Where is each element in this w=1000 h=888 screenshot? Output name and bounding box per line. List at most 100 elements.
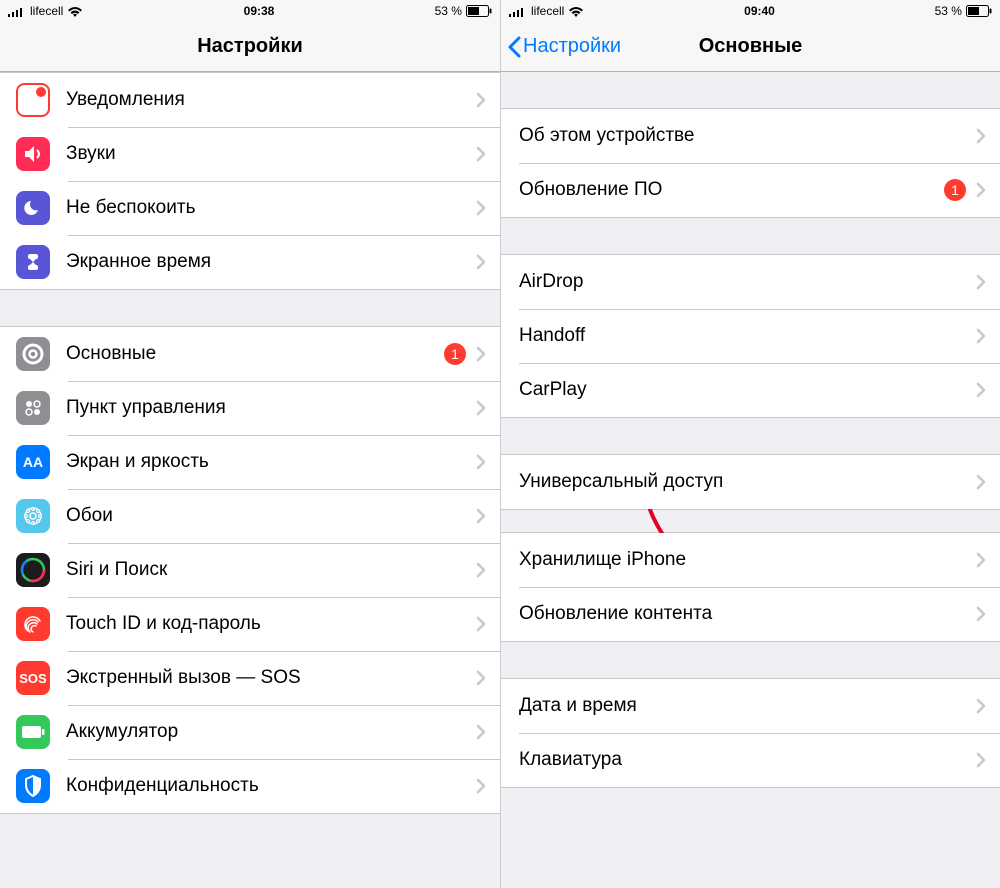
chevron-right-icon (976, 182, 986, 198)
carrier-label: lifecell (531, 4, 564, 18)
dnd-icon (16, 191, 50, 225)
row-label: Пункт управления (66, 397, 476, 419)
settings-row[interactable]: Обновление контента (501, 587, 1000, 641)
notify-icon (16, 83, 50, 117)
chevron-right-icon (476, 254, 486, 270)
chevron-right-icon (476, 778, 486, 794)
settings-row[interactable]: Аккумулятор (0, 705, 500, 759)
notification-badge: 1 (944, 179, 966, 201)
chevron-right-icon (976, 474, 986, 490)
chevron-right-icon (476, 92, 486, 108)
settings-row[interactable]: Touch ID и код-пароль (0, 597, 500, 651)
row-label: Экран и яркость (66, 451, 476, 473)
row-label: Уведомления (66, 89, 476, 111)
row-label: CarPlay (519, 379, 976, 401)
battery-icon (966, 5, 992, 17)
chevron-right-icon (476, 200, 486, 216)
status-time: 09:40 (744, 4, 775, 18)
settings-row[interactable]: Дата и время (501, 679, 1000, 733)
settings-row[interactable]: Звуки (0, 127, 500, 181)
row-label: Обновление контента (519, 603, 976, 625)
settings-row[interactable]: Экранное время (0, 235, 500, 289)
chevron-right-icon (976, 274, 986, 290)
settings-row[interactable]: Обои (0, 489, 500, 543)
battery-icon (466, 5, 492, 17)
siri-icon (16, 553, 50, 587)
sos-icon: SOS (16, 661, 50, 695)
display-icon: AA (16, 445, 50, 479)
chevron-right-icon (976, 128, 986, 144)
settings-row[interactable]: Не беспокоить (0, 181, 500, 235)
status-bar: lifecell 09:40 53 % (501, 0, 1000, 22)
battery-pct: 53 % (435, 4, 462, 18)
settings-row[interactable]: SOS Экстренный вызов — SOS (0, 651, 500, 705)
signal-icon (8, 6, 26, 17)
row-label: Звуки (66, 143, 476, 165)
row-label: Touch ID и код-пароль (66, 613, 476, 635)
settings-row[interactable]: Основные1 (0, 327, 500, 381)
screentime-icon (16, 245, 50, 279)
chevron-right-icon (976, 698, 986, 714)
control-icon (16, 391, 50, 425)
row-label: AirDrop (519, 271, 976, 293)
settings-row[interactable]: Handoff (501, 309, 1000, 363)
wifi-icon (67, 6, 83, 17)
battery-pct: 53 % (935, 4, 962, 18)
settings-list: Уведомления Звуки Не беспокоить Экранное вр… (0, 72, 500, 888)
gear-icon (16, 337, 50, 371)
settings-row[interactable]: Хранилище iPhone (501, 533, 1000, 587)
chevron-right-icon (476, 400, 486, 416)
row-label: Аккумулятор (66, 721, 476, 743)
row-label: Обновление ПО (519, 179, 944, 201)
carrier-label: lifecell (30, 4, 63, 18)
notification-badge: 1 (444, 343, 466, 365)
settings-row[interactable]: Обновление ПО1 (501, 163, 1000, 217)
row-label: Handoff (519, 325, 976, 347)
row-label: Дата и время (519, 695, 976, 717)
chevron-right-icon (476, 454, 486, 470)
row-label: Экстренный вызов — SOS (66, 667, 476, 689)
back-label: Настройки (523, 35, 621, 58)
chevron-right-icon (476, 616, 486, 632)
general-screen: lifecell 09:40 53 % Настройки Основные О… (500, 0, 1000, 888)
chevron-right-icon (976, 606, 986, 622)
settings-row[interactable]: Клавиатура (501, 733, 1000, 787)
settings-row[interactable]: Siri и Поиск (0, 543, 500, 597)
chevron-right-icon (476, 724, 486, 740)
chevron-right-icon (976, 552, 986, 568)
chevron-right-icon (476, 670, 486, 686)
settings-row[interactable]: AA Экран и яркость (0, 435, 500, 489)
chevron-right-icon (976, 382, 986, 398)
chevron-right-icon (476, 562, 486, 578)
settings-row[interactable]: Пункт управления (0, 381, 500, 435)
settings-row[interactable]: Уведомления (0, 73, 500, 127)
row-label: Siri и Поиск (66, 559, 476, 581)
chevron-right-icon (476, 146, 486, 162)
back-button[interactable]: Настройки (507, 35, 621, 58)
settings-row[interactable]: Об этом устройстве (501, 109, 1000, 163)
settings-row[interactable]: Конфиденциальность (0, 759, 500, 813)
status-bar: lifecell 09:38 53 % (0, 0, 500, 22)
row-label: Не беспокоить (66, 197, 476, 219)
settings-row[interactable]: CarPlay (501, 363, 1000, 417)
row-label: Основные (66, 343, 444, 365)
chevron-right-icon (976, 328, 986, 344)
row-label: Универсальный доступ (519, 471, 976, 493)
touchid-icon (16, 607, 50, 641)
battery-icon (16, 715, 50, 749)
nav-bar: Настройки (0, 22, 500, 72)
settings-row[interactable]: AirDrop (501, 255, 1000, 309)
privacy-icon (16, 769, 50, 803)
row-label: Об этом устройстве (519, 125, 976, 147)
chevron-right-icon (476, 508, 486, 524)
chevron-right-icon (476, 346, 486, 362)
status-time: 09:38 (244, 4, 275, 18)
signal-icon (509, 6, 527, 17)
settings-screen: lifecell 09:38 53 % Настройки Уведомлени… (0, 0, 500, 888)
general-list: Об этом устройстве Обновление ПО1 AirDrop… (501, 72, 1000, 888)
page-title: Основные (699, 35, 803, 58)
settings-row[interactable]: Универсальный доступ (501, 455, 1000, 509)
row-label: Хранилище iPhone (519, 549, 976, 571)
sound-icon (16, 137, 50, 171)
row-label: Конфиденциальность (66, 775, 476, 797)
